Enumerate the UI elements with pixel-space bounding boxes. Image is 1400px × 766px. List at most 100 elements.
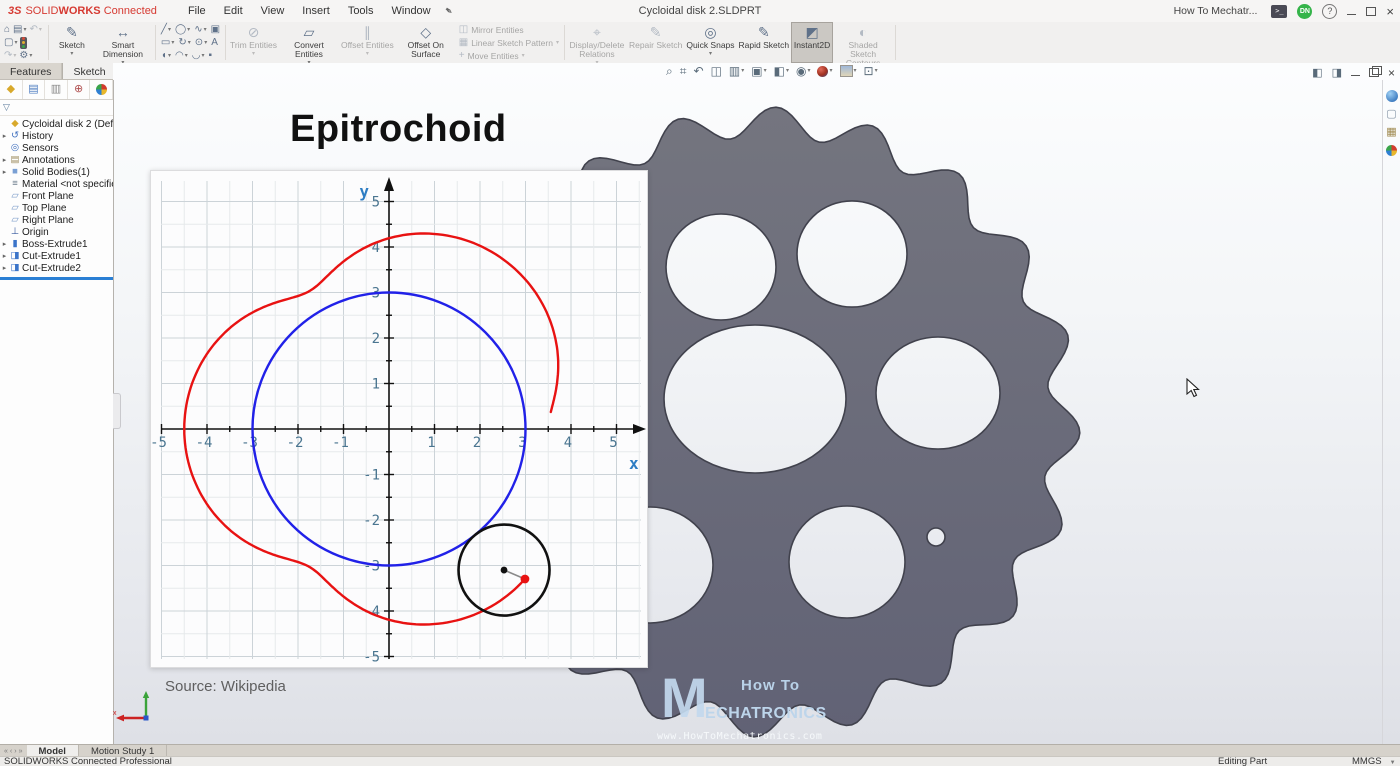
- doc-minimize-button[interactable]: [1351, 75, 1360, 76]
- new-document-button[interactable]: ▢▾: [4, 38, 17, 48]
- tree-item-right-plane[interactable]: ▱Right Plane: [0, 214, 113, 226]
- convert-entities-button[interactable]: ▱Convert Entities▾: [279, 22, 339, 63]
- smart-dimension-button[interactable]: ↔Smart Dimension▾: [93, 22, 153, 63]
- offset-entities-button: ∥Offset Entities▾: [339, 22, 396, 63]
- menu-edit[interactable]: Edit: [215, 5, 252, 17]
- rotate-entities-tool-button[interactable]: ↻▾: [178, 38, 190, 48]
- document-window-controls: ◧ ◨ ×: [1312, 66, 1395, 79]
- display-style-icon[interactable]: ◧▾: [774, 65, 789, 77]
- help-icon[interactable]: ?: [1322, 4, 1337, 19]
- home-button[interactable]: ⌂: [4, 25, 10, 35]
- display-delete-relations-button: ⌖Display/Delete Relations▾: [567, 22, 627, 63]
- avatar[interactable]: DN: [1297, 4, 1312, 19]
- zoom-to-fit-icon[interactable]: ⌕: [666, 65, 673, 77]
- save-button[interactable]: ▤▾: [13, 25, 26, 35]
- spline-tool-button[interactable]: ∿▾: [194, 25, 206, 35]
- doc-restore-button[interactable]: [1369, 68, 1379, 77]
- quick-snaps-button[interactable]: ◎Quick Snaps▾: [684, 22, 736, 63]
- close-button[interactable]: ×: [1386, 5, 1394, 18]
- fillet-tool-button[interactable]: ◡▾: [192, 51, 205, 61]
- text-tool-button[interactable]: A: [211, 38, 218, 48]
- left-pane-toggle-icon[interactable]: ◧: [1312, 66, 1322, 79]
- arc-tool-button[interactable]: ◠▾: [175, 51, 188, 61]
- tree-tab-configurationmanager[interactable]: ▥: [45, 80, 68, 99]
- menu-window[interactable]: Window: [383, 5, 440, 17]
- tree-item-origin[interactable]: ⊥Origin: [0, 226, 113, 238]
- apply-scene-icon[interactable]: ▾: [840, 65, 857, 77]
- tree-tab-displaymanager[interactable]: [90, 80, 113, 99]
- rebuild-button[interactable]: [20, 37, 27, 49]
- expand-arrow-icon[interactable]: ▸: [0, 168, 9, 176]
- appearance-ball-icon: [817, 66, 828, 77]
- command-console-icon[interactable]: >_: [1271, 5, 1287, 18]
- tree-item-front-plane[interactable]: ▱Front Plane: [0, 190, 113, 202]
- menu-tools[interactable]: Tools: [339, 5, 383, 17]
- expand-arrow-icon[interactable]: ▸: [0, 252, 9, 260]
- point-tool-button[interactable]: ▪: [208, 51, 212, 61]
- task-pane-strip: ▢ ▦: [1382, 80, 1400, 744]
- menu-file[interactable]: File: [179, 5, 215, 17]
- menu-view[interactable]: View: [252, 5, 294, 17]
- tree-item-solid-bodies-1-[interactable]: ▸■Solid Bodies(1): [0, 166, 113, 178]
- ellipse-tool-button[interactable]: ⊙▾: [195, 38, 207, 48]
- undo-button[interactable]: ↶▾: [30, 25, 42, 35]
- line-tool-button[interactable]: ╱▾: [161, 25, 171, 35]
- tree-item-boss-extrude1[interactable]: ▸▮Boss-Extrude1: [0, 238, 113, 250]
- rollback-bar[interactable]: [0, 277, 113, 280]
- expand-arrow-icon[interactable]: ▸: [0, 156, 9, 164]
- section-view-icon[interactable]: ◫: [711, 65, 722, 77]
- annotation-views-icon[interactable]: ▥▾: [729, 65, 744, 77]
- tab-nav-2[interactable]: ›: [14, 748, 16, 755]
- tree-root[interactable]: ◆Cycloidal disk 2 (Default) <<Defaul: [0, 118, 113, 130]
- menu-insert[interactable]: Insert: [293, 5, 339, 17]
- expand-arrow-icon[interactable]: ▸: [0, 264, 9, 272]
- tree-item-top-plane[interactable]: ▱Top Plane: [0, 202, 113, 214]
- hide-show-items-icon[interactable]: ◉▾: [796, 65, 811, 77]
- rapid-sketch-button[interactable]: ✎Rapid Sketch: [737, 22, 792, 63]
- previous-view-icon[interactable]: ↶: [694, 65, 704, 77]
- appearances-scenes-icon[interactable]: [1386, 145, 1397, 156]
- tree-item-cut-extrude1[interactable]: ▸◨Cut-Extrude1: [0, 250, 113, 262]
- instant2d-button[interactable]: ◩Instant2D: [791, 22, 833, 63]
- slot-tool-button[interactable]: ◖▾: [161, 51, 171, 61]
- file-explorer-icon[interactable]: ▦: [1386, 127, 1396, 138]
- expand-arrow-icon[interactable]: ▸: [0, 132, 9, 140]
- tab-sketch[interactable]: Sketch: [62, 63, 116, 79]
- view-orientation-icon[interactable]: ▣▾: [751, 65, 766, 77]
- zoom-to-area-icon[interactable]: ⌗: [680, 65, 687, 77]
- sketch-picture-tool-button[interactable]: ▣: [211, 25, 220, 35]
- tree-item-sensors[interactable]: ◎Sensors: [0, 142, 113, 154]
- design-library-icon[interactable]: ▢: [1386, 109, 1396, 120]
- doc-close-button[interactable]: ×: [1388, 67, 1395, 79]
- tree-tab-propertymanager[interactable]: ▤: [23, 80, 46, 99]
- sketch-button[interactable]: ✎Sketch▾: [51, 22, 93, 63]
- options-button[interactable]: ⚙▾: [19, 51, 32, 61]
- tree-tab-featuremanager[interactable]: ◆: [0, 80, 23, 99]
- offset-on-surface-button[interactable]: ◇Offset On Surface: [396, 22, 456, 63]
- restore-button[interactable]: [1366, 7, 1376, 16]
- account-name[interactable]: How To Mechatr...: [1174, 5, 1258, 17]
- tab-nav-1[interactable]: ‹: [10, 748, 12, 755]
- tab-features[interactable]: Features: [0, 63, 62, 79]
- tab-nav-3[interactable]: »: [19, 748, 23, 755]
- tree-filter-row[interactable]: ▽: [0, 100, 113, 116]
- expand-arrow-icon[interactable]: ▸: [0, 240, 9, 248]
- redo-button[interactable]: ↷▾: [4, 51, 16, 61]
- sketch-entities-palette: ╱▾ ◯▾ ∿▾ ▣ ▭▾ ↻▾ ⊙▾ A ◖▾ ◠▾ ◡▾▪: [158, 22, 223, 63]
- tree-tab-dimxpertmanager[interactable]: ⊕: [68, 80, 91, 99]
- tree-item-cut-extrude2[interactable]: ▸◨Cut-Extrude2: [0, 262, 113, 274]
- tree-item-history[interactable]: ▸↺History: [0, 130, 113, 142]
- tab-nav-0[interactable]: «: [4, 748, 8, 755]
- tree-item-annotations[interactable]: ▸▤Annotations: [0, 154, 113, 166]
- tree-item-material-not-specified-[interactable]: ≡Material <not specified>: [0, 178, 113, 190]
- view-settings-icon[interactable]: ⊡▾: [864, 65, 878, 77]
- right-pane-toggle-icon[interactable]: ◨: [1332, 66, 1342, 79]
- collapsed-panel-handle[interactable]: [113, 393, 121, 429]
- pin-icon[interactable]: ✒: [441, 4, 454, 18]
- circle-tool-button[interactable]: ◯▾: [175, 25, 190, 35]
- rectangle-tool-button[interactable]: ▭▾: [161, 38, 174, 48]
- units-selector[interactable]: MMGS▼: [1352, 756, 1396, 766]
- edit-appearance-icon[interactable]: ▾: [817, 66, 832, 77]
- minimize-button[interactable]: [1347, 14, 1356, 15]
- 3dexperience-icon[interactable]: [1386, 90, 1398, 102]
